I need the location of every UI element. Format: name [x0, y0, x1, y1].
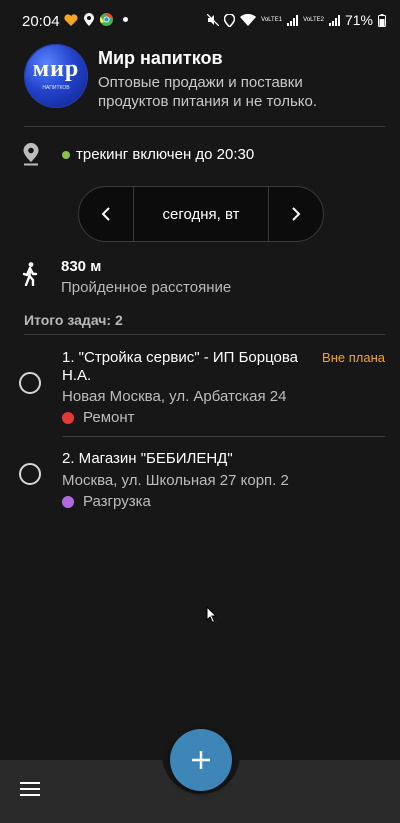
task-address: Новая Москва, ул. Арбатская 24: [62, 388, 287, 405]
task-unplanned-tag: Вне плана: [322, 350, 385, 365]
company-logo: мир НАПИТКОВ: [24, 44, 88, 108]
task-category-label: Разгрузка: [83, 493, 151, 510]
task-complete-radio[interactable]: [19, 372, 41, 394]
tasks-total: Итого задач: 2: [24, 312, 123, 328]
distance-summary: 830 м Пройденное расстояние: [22, 256, 386, 298]
distance-label: Пройденное расстояние: [61, 279, 232, 296]
notification-dot-icon: [123, 17, 128, 22]
status-bar: 20:04 VoLTE1 VoLTE2 71%: [0, 0, 400, 40]
mouse-cursor-icon: [206, 606, 218, 624]
battery-percent: 71%: [344, 12, 373, 28]
company-description: Оптовые продажи и поставки продуктов пит…: [98, 74, 318, 110]
hamburger-menu-icon[interactable]: [20, 782, 40, 800]
next-day-button[interactable]: [268, 187, 323, 241]
logo-subtext: НАПИТКОВ: [42, 85, 70, 91]
signal-2-icon: [328, 14, 340, 26]
header-divider: [24, 126, 385, 127]
logo-text: мир: [32, 56, 80, 82]
status-time: 20:04: [22, 13, 60, 30]
task-category: Разгрузка: [62, 493, 151, 510]
sim2-label: VoLTE2: [303, 17, 324, 23]
chevron-left-icon: [101, 207, 110, 221]
heart-app-icon: [64, 13, 78, 26]
tracking-status: трекинг включен до 20:30: [22, 142, 386, 168]
chrome-icon: [100, 13, 113, 26]
category-color-dot: [62, 495, 74, 508]
signal-1-icon: [287, 14, 299, 26]
status-system-icons: VoLTE1 VoLTE2 71%: [207, 12, 386, 28]
walking-person-icon: [22, 262, 38, 286]
task-title: 2. Магазин "БЕБИЛЕНД": [62, 450, 233, 467]
plus-icon: [192, 751, 210, 769]
task-complete-radio[interactable]: [19, 463, 41, 485]
task-title: 1. "Стройка сервис" - ИП Борцова Н.А.: [62, 349, 299, 384]
date-navigator: сегодня, вт: [78, 186, 324, 242]
sim1-label: VoLTE1: [261, 17, 283, 23]
status-notification-icons: [64, 13, 128, 26]
location-icon: [84, 13, 94, 26]
company-name: Мир напитков: [98, 48, 223, 68]
alarm-icon: [224, 13, 236, 27]
category-color-dot: [62, 411, 74, 424]
distance-value: 830 м: [61, 258, 102, 275]
task-item[interactable]: 1. "Стройка сервис" - ИП Борцова Н.А. Вн…: [0, 340, 400, 436]
previous-day-button[interactable]: [79, 187, 134, 241]
current-date-label[interactable]: сегодня, вт: [134, 187, 268, 241]
wifi-icon: [240, 14, 257, 26]
task-category: Ремонт: [62, 409, 135, 426]
task-category-label: Ремонт: [83, 409, 135, 426]
battery-icon: [378, 13, 386, 27]
location-pin-icon: [23, 143, 39, 166]
task-address: Москва, ул. Школьная 27 корп. 2: [62, 472, 289, 489]
tracking-text: трекинг включен до 20:30: [76, 146, 255, 163]
company-header: мир НАПИТКОВ Мир напитков Оптовые продаж…: [24, 44, 386, 114]
tasks-total-divider: [24, 334, 385, 335]
task-divider: [62, 436, 385, 437]
add-task-button[interactable]: [170, 729, 232, 791]
tracking-active-dot: [62, 151, 70, 159]
chevron-right-icon: [292, 207, 301, 221]
task-item[interactable]: 2. Магазин "БЕБИЛЕНД" Москва, ул. Школьн…: [0, 440, 400, 514]
mute-icon: [207, 14, 220, 26]
